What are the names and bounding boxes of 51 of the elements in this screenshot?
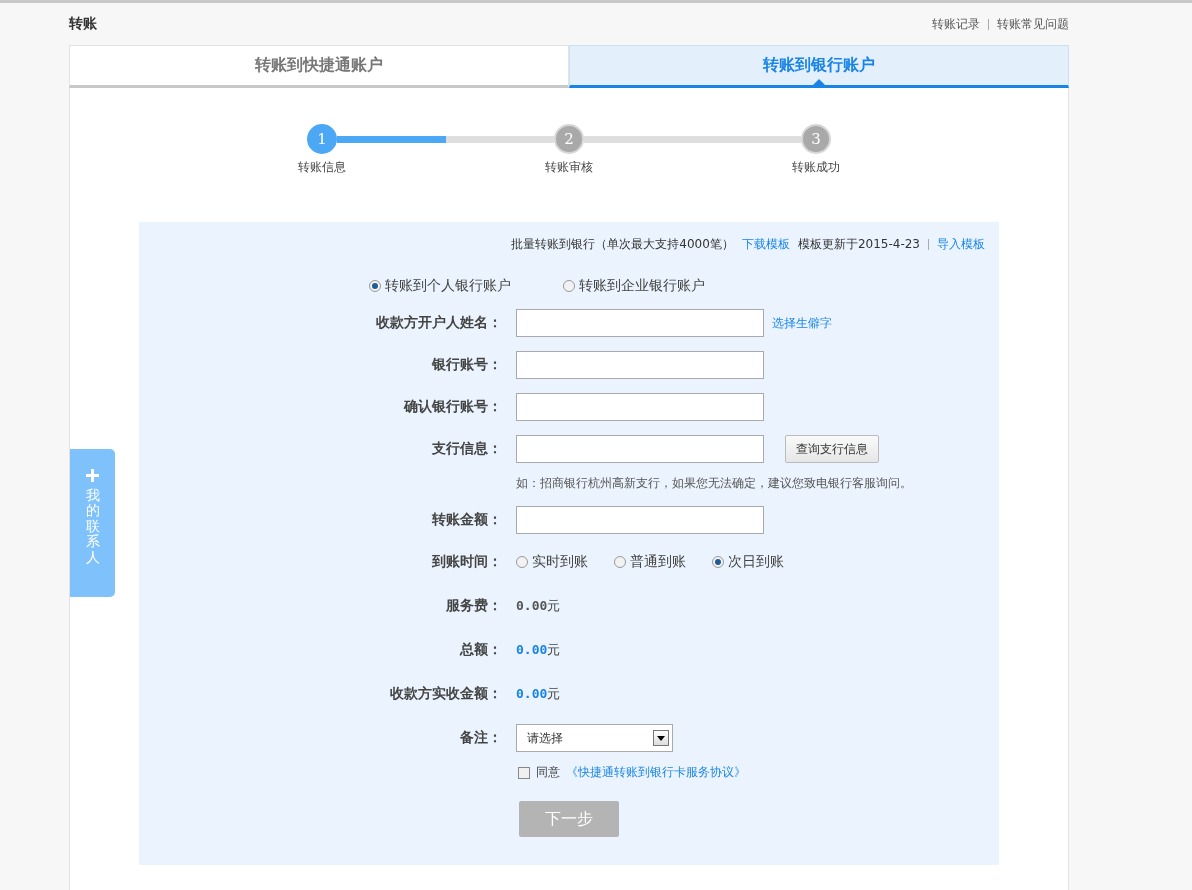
amount-value: 0.00元 — [516, 597, 562, 615]
radio-option[interactable]: 次日到账 — [712, 553, 810, 571]
step-label: 转账信息 — [298, 158, 346, 176]
batch-info-text: 批量转账到银行（单次最大支持4000笔） — [511, 236, 734, 253]
step-label: 转账审核 — [545, 158, 593, 176]
field-label: 收款方开户人姓名： — [375, 314, 502, 332]
radio-button[interactable] — [369, 280, 381, 292]
agree-text: 同意 — [536, 764, 560, 781]
step-number: 1 — [307, 124, 337, 155]
field-label: 支行信息： — [431, 440, 502, 458]
text-input[interactable] — [516, 435, 764, 463]
field-label: 银行账号： — [430, 356, 502, 374]
text-input[interactable] — [516, 506, 764, 534]
text-input[interactable] — [516, 393, 764, 421]
field-label: 到账时间： — [431, 553, 502, 571]
amount-value: 0.00元 — [516, 685, 562, 703]
text-input[interactable] — [516, 309, 764, 337]
field-label: 服务费： — [445, 597, 502, 615]
field-label: 收款方实收金额： — [389, 685, 502, 703]
step-number: 3 — [801, 124, 831, 155]
field-label: 备注： — [459, 729, 502, 747]
radio-button[interactable] — [712, 556, 724, 568]
page-title: 转账 — [69, 15, 97, 33]
radio-option[interactable]: 转账到企业银行账户 — [563, 277, 705, 295]
field-label: 转账金额： — [431, 511, 502, 529]
radio-option[interactable]: 普通到账 — [614, 553, 712, 571]
field-label: 总额： — [458, 641, 502, 659]
choose-rare-char-link[interactable]: 选择生僻字 — [772, 314, 832, 332]
tab[interactable]: 转账到快捷通账户 — [69, 45, 569, 88]
step-label: 转账成功 — [792, 158, 840, 176]
query-branch-button[interactable]: 查询支行信息 — [785, 435, 879, 463]
hint-text: 如：招商银行杭州高新支行，如果您无法确定，建议您致电银行客服询问。 — [516, 475, 913, 492]
agree-checkbox[interactable] — [518, 766, 530, 779]
text-input[interactable] — [516, 351, 764, 379]
radio-option[interactable]: 实时到账 — [516, 553, 614, 571]
radio-button[interactable] — [516, 556, 528, 568]
radio-button[interactable] — [563, 280, 575, 292]
template-updated-text: 模板更新于2015-4-23 — [797, 236, 920, 253]
radio-button[interactable] — [614, 556, 626, 568]
plus-icon — [86, 469, 99, 482]
dropdown-arrow-icon — [657, 735, 665, 741]
agreement-link[interactable]: 《快捷通转账到银行卡服务协议》 — [566, 764, 746, 781]
step-number: 2 — [554, 124, 584, 155]
download-template-link[interactable]: 下载模板 — [741, 236, 790, 253]
amount-value: 0.00元 — [516, 641, 562, 659]
header-link[interactable]: 转账常见问题 — [997, 15, 1069, 33]
header-link[interactable]: 转账记录 — [932, 15, 980, 33]
import-template-link[interactable]: 导入模板 — [937, 236, 985, 253]
radio-option[interactable]: 转账到个人银行账户 — [369, 277, 511, 295]
field-label: 确认银行账号： — [402, 398, 502, 416]
remark-select[interactable]: 请选择 — [516, 724, 673, 752]
